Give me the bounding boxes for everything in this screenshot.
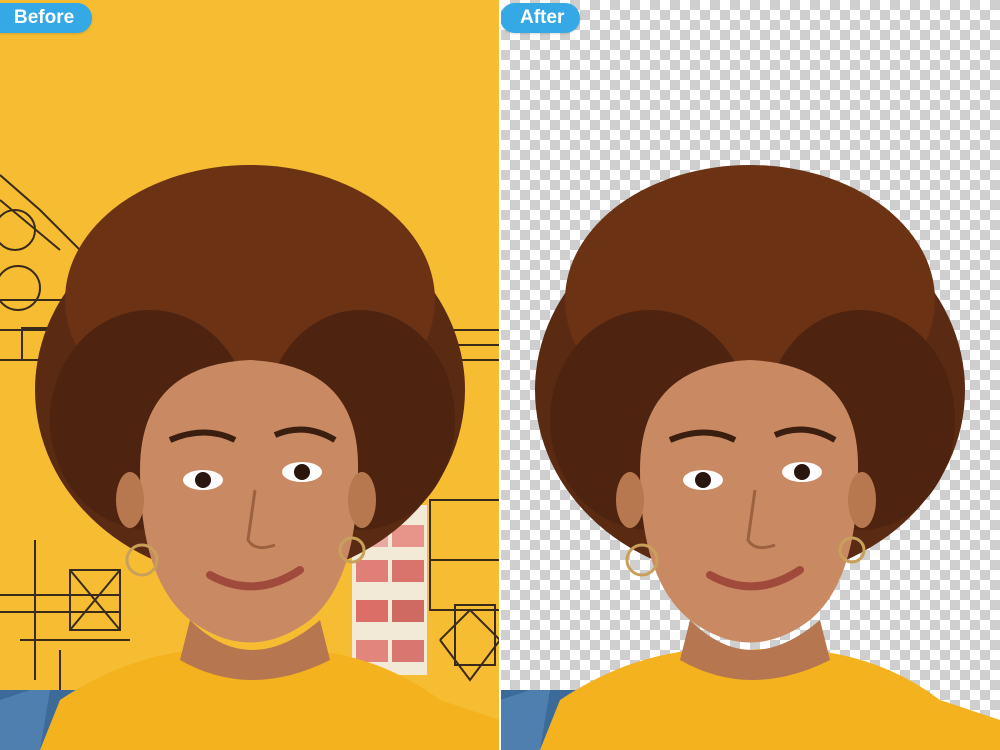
panel-divider <box>499 0 501 750</box>
before-photo <box>0 165 500 750</box>
person-after <box>500 165 1000 750</box>
before-label: Before <box>0 3 93 33</box>
after-label: After <box>500 3 581 33</box>
before-panel: Before <box>0 0 500 750</box>
after-photo <box>500 165 1000 750</box>
after-panel: After <box>500 0 1000 750</box>
comparison-stage: Before After <box>0 0 1000 750</box>
